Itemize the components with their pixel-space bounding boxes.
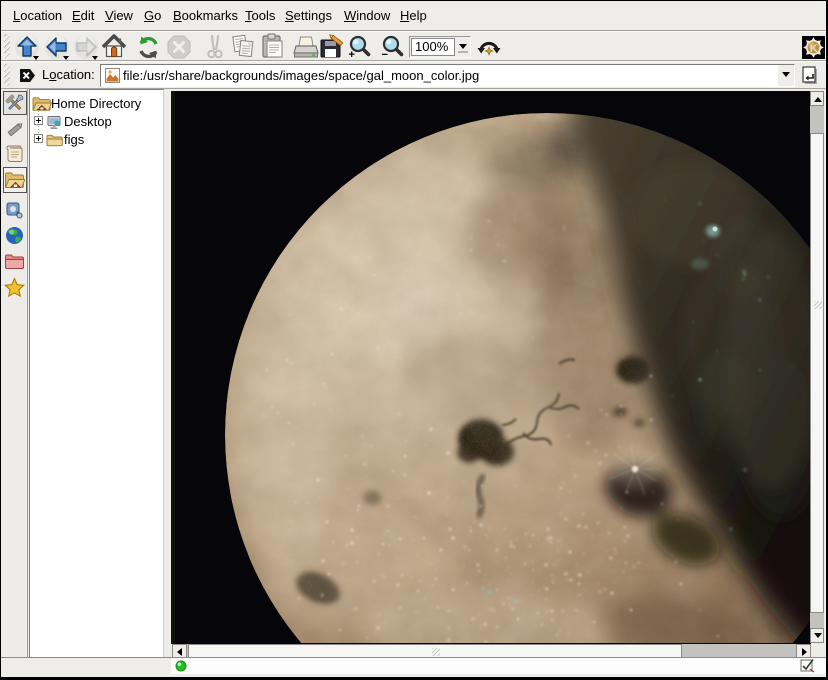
svg-text:K: K (810, 43, 818, 55)
svg-text:−: − (382, 49, 388, 60)
svg-text:+: + (349, 49, 355, 60)
